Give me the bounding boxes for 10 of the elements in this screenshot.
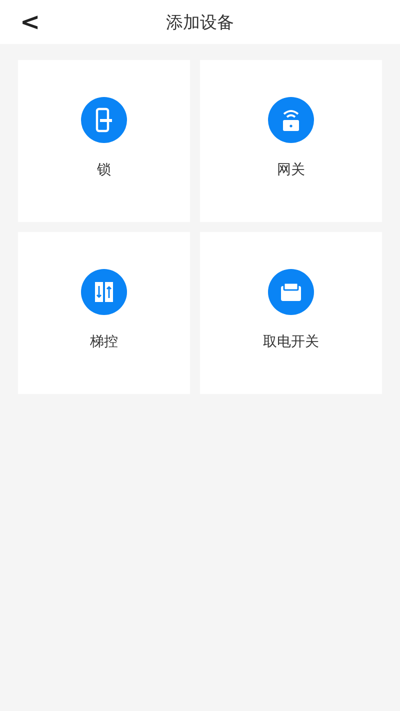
device-card[interactable]: 网关	[200, 60, 382, 222]
device-card[interactable]: 梯控	[18, 232, 190, 394]
elevator-icon	[81, 269, 127, 315]
card-slot-icon	[268, 269, 314, 315]
device-card[interactable]: 取电开关	[200, 232, 382, 394]
back-button[interactable]: <	[14, 6, 46, 38]
device-card[interactable]: 锁	[18, 60, 190, 222]
wifi-padlock-icon	[268, 97, 314, 143]
page-title: 添加设备	[166, 12, 234, 34]
door-lock-icon	[81, 97, 127, 143]
